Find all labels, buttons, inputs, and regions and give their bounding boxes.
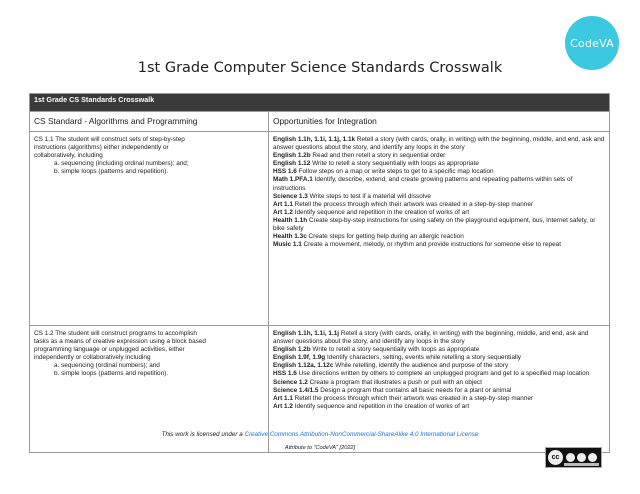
opportunity-item: Art 1.2 Identify sequence and repetition… xyxy=(273,402,470,410)
license-link[interactable]: Creative Commons Attribution-NonCommerci… xyxy=(245,431,479,438)
opportunity-item: HSS 1.6 Use directions written by others… xyxy=(273,370,590,378)
cc-license-badge[interactable]: cc xyxy=(545,447,602,468)
standard-subitem: b. simple loops (patterns and repetition… xyxy=(54,370,169,378)
standard-subitem: a. sequencing (including ordinal numbers… xyxy=(54,160,189,168)
opportunity-item: English 1.2b Write to retell a story seq… xyxy=(273,346,480,354)
standard-line: programming language or unplugged activi… xyxy=(34,346,185,354)
standard-line: collaboratively, including xyxy=(34,152,103,160)
opportunity-item: English 1.1h, 1.1i, 1.1j Retell a story … xyxy=(273,330,589,346)
standard-line: CS 1.1 The student will construct sets o… xyxy=(34,136,185,143)
opportunity-item: English 1.12a, 1.12c While retelling, id… xyxy=(273,362,509,370)
opportunities-cell: English 1.1h, 1.1i, 1.1j, 1.1k Retell a … xyxy=(268,131,610,326)
crosswalk-table: 1st Grade CS Standards Crosswalk CS Stan… xyxy=(29,93,610,453)
opportunity-item: English 1.1h, 1.1i, 1.1j, 1.1k Retell a … xyxy=(273,136,605,152)
opportunity-item: HSS 1.6 Follow steps on a map or write s… xyxy=(273,168,494,176)
opportunity-item: Science 1.2 Create a program that illust… xyxy=(273,378,482,386)
standard-line: instructions (algorithms) either indepen… xyxy=(34,144,169,152)
opportunity-item: Art 1.2 Identify sequence and repetition… xyxy=(273,208,470,216)
logo-text: CodeVA xyxy=(570,36,614,50)
opportunity-item: English 1.2b Read and then retell a stor… xyxy=(273,152,446,160)
opportunity-item: Art 1.1 Retell the process through which… xyxy=(273,200,534,208)
table-row: CS 1.1 The student will construct sets o… xyxy=(29,131,610,326)
opportunity-item: English 1.9f, 1.9g Identify characters, … xyxy=(273,354,521,362)
cc-icon: cc xyxy=(548,450,563,465)
badge-bar xyxy=(564,463,599,466)
opportunity-item: Science 1.3 Write steps to test if a mat… xyxy=(273,192,431,200)
column-header-opportunities: Opportunities for Integration xyxy=(268,111,610,132)
standard-line: tasks as a means of creative expression … xyxy=(34,338,206,346)
column-header-standard: CS Standard - Algorithms and Programming xyxy=(29,111,269,132)
opportunity-item: Math 1.PFA.1 Identify, describe, extend,… xyxy=(273,176,573,192)
standard-line: CS 1.2 The student will construct progra… xyxy=(34,330,197,337)
standard-cell: CS 1.1 The student will construct sets o… xyxy=(29,131,269,326)
standard-subitem: b. simple loops (patterns and repetition… xyxy=(54,168,169,176)
license-notice: This work is licensed under a Creative C… xyxy=(0,431,640,438)
page-title: 1st Grade Computer Science Standards Cro… xyxy=(137,60,503,76)
attribution-text: Attribute to "CodeVA" [2022] xyxy=(284,445,356,451)
opportunity-item: Health 1.1h Create step-by-step instruct… xyxy=(273,216,596,233)
opportunity-item: Music 1.1 Create a movement, melody, or … xyxy=(273,241,561,249)
opportunity-item: Health 1.3c Create steps for getting hel… xyxy=(273,233,464,241)
opportunity-item: Science 1.4/1.5 Design a program that co… xyxy=(273,386,512,394)
standard-line: independently or collaboratively includi… xyxy=(34,354,151,362)
standard-subitem: a. sequencing (ordinal numbers); and xyxy=(54,362,160,370)
table-header: 1st Grade CS Standards Crosswalk xyxy=(29,93,610,112)
by-icon xyxy=(566,453,575,462)
opportunity-item: Art 1.1 Retell the process through which… xyxy=(273,394,534,402)
opportunity-item: English 1.12 Write to retell a story seq… xyxy=(273,160,479,168)
nc-icon xyxy=(577,453,586,462)
license-prefix: This work is licensed under a xyxy=(161,431,245,438)
sa-icon xyxy=(588,453,597,462)
